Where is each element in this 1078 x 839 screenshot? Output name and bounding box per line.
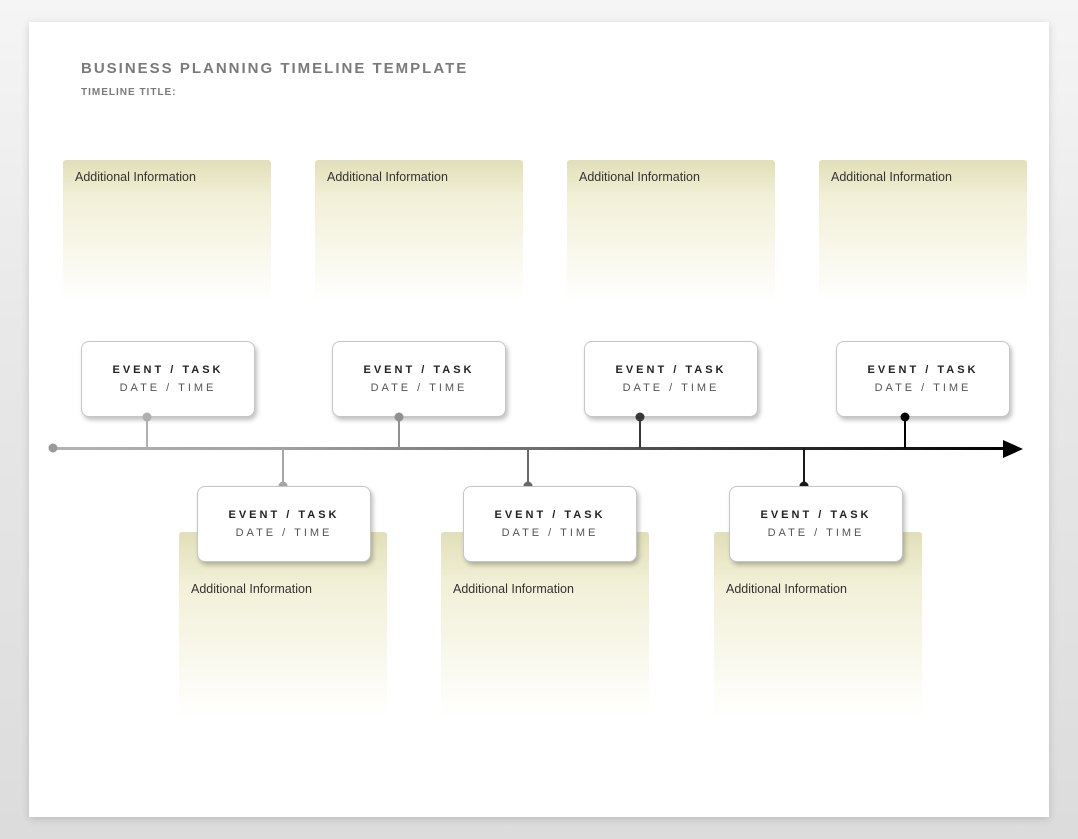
event-card[interactable]: EVENT / TASK DATE / TIME [836,341,1010,417]
date-label: DATE / TIME [502,527,599,539]
timeline-title-label: TIMELINE TITLE: [81,87,1009,98]
connector [282,448,284,486]
connector [527,448,529,486]
connector [904,417,906,448]
axis-line [49,447,1009,450]
info-box-bottom[interactable]: Additional Information [179,532,387,772]
info-box-top[interactable]: Additional Information [63,160,271,330]
date-label: DATE / TIME [120,382,217,394]
event-card[interactable]: EVENT / TASK DATE / TIME [197,486,371,562]
info-label: Additional Information [726,582,847,596]
event-card[interactable]: EVENT / TASK DATE / TIME [584,341,758,417]
event-label: EVENT / TASK [113,364,224,376]
connector-dot [901,413,910,422]
event-label: EVENT / TASK [495,509,606,521]
connector [398,417,400,448]
info-label: Additional Information [327,170,448,184]
connector [146,417,148,448]
event-card[interactable]: EVENT / TASK DATE / TIME [729,486,903,562]
info-box-top[interactable]: Additional Information [567,160,775,330]
connector [639,417,641,448]
event-label: EVENT / TASK [229,509,340,521]
info-box-bottom[interactable]: Additional Information [714,532,922,772]
date-label: DATE / TIME [623,382,720,394]
info-label: Additional Information [75,170,196,184]
event-card[interactable]: EVENT / TASK DATE / TIME [332,341,506,417]
event-card[interactable]: EVENT / TASK DATE / TIME [463,486,637,562]
document-sheet: BUSINESS PLANNING TIMELINE TEMPLATE TIME… [29,22,1049,817]
event-label: EVENT / TASK [364,364,475,376]
info-label: Additional Information [191,582,312,596]
axis-start-dot [49,444,58,453]
info-label: Additional Information [579,170,700,184]
connector-dot [395,413,404,422]
info-box-top[interactable]: Additional Information [315,160,523,330]
connector-dot [636,413,645,422]
info-label: Additional Information [831,170,952,184]
connector [803,448,805,486]
date-label: DATE / TIME [875,382,972,394]
timeline-axis [49,447,1019,450]
date-label: DATE / TIME [236,527,333,539]
event-label: EVENT / TASK [616,364,727,376]
arrow-right-icon [1003,440,1023,458]
connector-dot [143,413,152,422]
date-label: DATE / TIME [371,382,468,394]
info-label: Additional Information [453,582,574,596]
event-card[interactable]: EVENT / TASK DATE / TIME [81,341,255,417]
timeline-canvas: Additional Information EVENT / TASK DATE /… [29,112,1049,812]
event-label: EVENT / TASK [868,364,979,376]
info-box-bottom[interactable]: Additional Information [441,532,649,772]
page-title: BUSINESS PLANNING TIMELINE TEMPLATE [81,60,1009,77]
info-box-top[interactable]: Additional Information [819,160,1027,330]
event-label: EVENT / TASK [761,509,872,521]
date-label: DATE / TIME [768,527,865,539]
